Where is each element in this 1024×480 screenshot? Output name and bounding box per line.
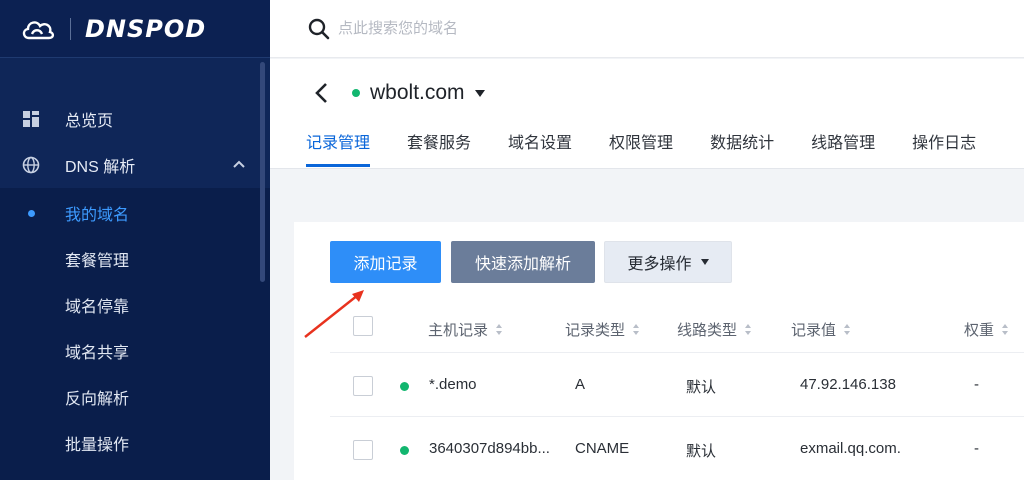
sidebar-item-my-domains[interactable]: 我的域名 (0, 190, 270, 236)
column-header-host[interactable]: 主机记录 (428, 319, 503, 340)
row-status-dot (400, 382, 409, 391)
sort-icon[interactable] (1002, 324, 1009, 335)
cell-host: 3640307d894bb... (429, 440, 550, 457)
domain-status-dot (352, 89, 360, 97)
tab-package-service[interactable]: 套餐服务 (407, 129, 471, 167)
search-icon[interactable] (308, 18, 330, 40)
records-table-header: 主机记录 记录类型 线路类型 记录值 权重 (330, 303, 1024, 353)
column-label: 记录值 (791, 322, 837, 339)
column-label: 记录类型 (565, 322, 626, 339)
sidebar-item-label: DNS 解析 (65, 159, 136, 176)
row-checkbox[interactable] (353, 376, 373, 396)
tab-statistics[interactable]: 数据统计 (710, 129, 774, 167)
sidebar-item-reverse-dns[interactable]: 反向解析 (0, 374, 270, 420)
brand-logo: DNSPOD (85, 14, 207, 43)
cell-type: CNAME (575, 440, 630, 457)
sidebar-item-label: 域名共享 (65, 345, 130, 362)
cell-weight: - (974, 440, 979, 457)
column-header-type[interactable]: 记录类型 (565, 319, 640, 340)
column-label: 线路类型 (677, 322, 738, 339)
tab-operation-log[interactable]: 操作日志 (912, 129, 976, 167)
sidebar: DNSPOD 总览页 DNS 解析 我的域名 套餐管理 域名停靠 域名共享 反向… (0, 0, 270, 480)
cell-weight: - (974, 376, 979, 393)
top-search-bar (270, 0, 1024, 58)
sidebar-item-domain-parking[interactable]: 域名停靠 (0, 282, 270, 328)
tab-records[interactable]: 记录管理 (306, 129, 371, 167)
sidebar-item-label: 套餐管理 (65, 253, 130, 270)
select-all-checkbox[interactable] (353, 316, 373, 336)
cell-value: 47.92.146.138 (800, 376, 896, 393)
cell-line: 默认 (686, 379, 717, 396)
cell-line: 默认 (686, 443, 717, 460)
sort-icon[interactable] (496, 324, 503, 335)
search-input[interactable] (338, 20, 738, 37)
domain-header: wbolt.com 记录管理 套餐服务 域名设置 权限管理 数据统计 线路管理 … (270, 59, 1024, 169)
sidebar-item-label: 域名停靠 (65, 299, 130, 316)
domain-title-row: wbolt.com (312, 77, 485, 109)
sidebar-item-label: 反向解析 (65, 391, 130, 408)
row-checkbox[interactable] (353, 440, 373, 460)
caret-down-icon[interactable] (474, 89, 485, 97)
domain-name[interactable]: wbolt.com (370, 81, 465, 105)
sidebar-item-overview[interactable]: 总览页 (0, 96, 270, 142)
sidebar-item-packages[interactable]: 套餐管理 (0, 236, 270, 282)
sidebar-item-batch[interactable]: 批量操作 (0, 420, 270, 466)
brand-separator (70, 17, 71, 40)
active-dot-icon (28, 210, 35, 217)
add-record-button[interactable]: 添加记录 (330, 241, 441, 283)
column-header-value[interactable]: 记录值 (791, 319, 851, 340)
tab-permissions[interactable]: 权限管理 (609, 129, 673, 167)
row-status-dot (400, 446, 409, 455)
caret-down-icon (700, 259, 709, 265)
sidebar-item-label: 批量操作 (65, 437, 130, 454)
sidebar-item-domain-sharing[interactable]: 域名共享 (0, 328, 270, 374)
cell-value: exmail.qq.com. (800, 440, 901, 457)
sidebar-item-label: 我的域名 (65, 207, 130, 224)
column-label: 权重 (964, 322, 995, 339)
dns-submenu: 我的域名 套餐管理 域名停靠 域名共享 反向解析 批量操作 (0, 188, 270, 480)
cell-type: A (575, 376, 586, 393)
sort-icon[interactable] (633, 324, 640, 335)
tab-domain-settings[interactable]: 域名设置 (508, 129, 572, 167)
dashboard-icon (22, 110, 40, 128)
more-actions-label: 更多操作 (627, 256, 692, 273)
sort-icon[interactable] (844, 324, 851, 335)
back-arrow-icon[interactable] (312, 81, 330, 105)
domain-tabs: 记录管理 套餐服务 域名设置 权限管理 数据统计 线路管理 操作日志 (306, 129, 1013, 167)
sort-icon[interactable] (745, 324, 752, 335)
sidebar-nav: 总览页 DNS 解析 我的域名 套餐管理 域名停靠 域名共享 反向解析 批量操作 (0, 58, 270, 480)
chevron-up-icon (233, 160, 245, 168)
column-header-weight[interactable]: 权重 (964, 319, 1009, 340)
table-row[interactable]: 3640307d894bb... CNAME 默认 exmail.qq.com.… (330, 418, 1024, 480)
sidebar-item-label: 总览页 (65, 113, 114, 130)
column-label: 主机记录 (428, 322, 489, 339)
sidebar-item-dns[interactable]: DNS 解析 (0, 142, 270, 188)
sidebar-scrollbar[interactable] (260, 62, 265, 282)
quick-add-button[interactable]: 快速添加解析 (451, 241, 595, 283)
brand-bar: DNSPOD (0, 0, 270, 58)
column-header-line[interactable]: 线路类型 (677, 319, 752, 340)
table-row[interactable]: *.demo A 默认 47.92.146.138 - (330, 354, 1024, 417)
cloud-logo-icon (22, 20, 55, 39)
cell-host: *.demo (429, 376, 477, 393)
tab-line-management[interactable]: 线路管理 (811, 129, 875, 167)
globe-icon (22, 156, 40, 174)
more-actions-button[interactable]: 更多操作 (604, 241, 732, 283)
